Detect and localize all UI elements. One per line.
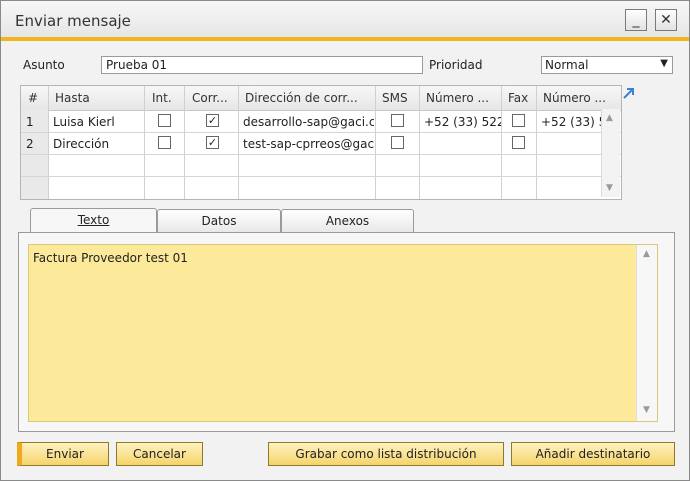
tab-label: Datos	[201, 214, 237, 228]
scroll-down-icon[interactable]: ▼	[606, 183, 613, 193]
message-text: Factura Proveedor test 01	[33, 251, 188, 265]
fax-checkbox[interactable]	[512, 114, 525, 127]
cell-to[interactable]: Dirección	[53, 137, 143, 151]
priority-value: Normal	[545, 58, 589, 72]
col-divider	[420, 86, 502, 199]
title-bar: Enviar mensaje _ ✕	[1, 1, 689, 41]
row-number: 1	[26, 115, 34, 129]
cell-address[interactable]: test-sap-cprreos@gac	[243, 137, 374, 151]
subject-label: Asunto	[23, 58, 65, 72]
priority-label: Prioridad	[429, 58, 483, 72]
close-icon: ✕	[660, 12, 672, 28]
fax-checkbox[interactable]	[512, 136, 525, 149]
minimize-button[interactable]: _	[625, 9, 647, 31]
scroll-up-icon[interactable]: ▲	[606, 113, 613, 123]
cancel-button[interactable]: Cancelar	[116, 442, 203, 466]
minimize-icon: _	[632, 12, 640, 28]
chevron-down-icon: ▼	[660, 58, 668, 69]
text-scrollbar[interactable]: ▲ ▼	[636, 245, 657, 421]
subject-input[interactable]: Prueba 01	[101, 56, 423, 74]
expand-arrow-icon[interactable]	[621, 85, 637, 101]
sms-checkbox[interactable]	[391, 114, 404, 127]
row-divider	[21, 154, 621, 155]
window-title: Enviar mensaje	[15, 12, 131, 30]
recipients-grid: # Hasta Int. Corr... Dirección de corr..…	[20, 85, 622, 200]
tab-texto[interactable]: Texto	[30, 208, 157, 234]
cell-address[interactable]: desarrollo-sap@gaci.c	[243, 115, 374, 129]
scroll-down-icon[interactable]: ▼	[643, 405, 650, 415]
grid-scrollbar[interactable]: ▲ ▼	[601, 109, 620, 197]
close-button[interactable]: ✕	[655, 9, 677, 31]
email-checkbox[interactable]: ✓	[206, 136, 219, 149]
priority-select[interactable]: Normal ▼	[541, 56, 673, 74]
tab-label: Texto	[77, 213, 110, 227]
cell-sms-number[interactable]: +52 (33) 522	[424, 115, 501, 129]
row-number: 2	[26, 137, 34, 151]
sms-checkbox[interactable]	[391, 136, 404, 149]
add-recipient-button[interactable]: Añadir destinatario	[511, 442, 675, 466]
tab-panel: Factura Proveedor test 01 ▲ ▼	[18, 232, 675, 432]
send-button[interactable]: Enviar	[17, 442, 109, 466]
scroll-up-icon[interactable]: ▲	[643, 249, 650, 259]
email-checkbox[interactable]: ✓	[206, 114, 219, 127]
row-divider	[21, 176, 621, 177]
internal-checkbox[interactable]	[158, 114, 171, 127]
save-distribution-list-button[interactable]: Grabar como lista distribución	[268, 442, 504, 466]
tab-anexos[interactable]: Anexos	[281, 209, 414, 233]
send-message-window: Enviar mensaje _ ✕ Asunto Prueba 01 Prio…	[0, 0, 690, 481]
message-textarea[interactable]: Factura Proveedor test 01 ▲ ▼	[28, 244, 658, 422]
internal-checkbox[interactable]	[158, 136, 171, 149]
tab-datos[interactable]: Datos	[157, 209, 281, 233]
cell-to[interactable]: Luisa Kierl	[53, 115, 143, 129]
tab-label: Anexos	[325, 214, 370, 228]
col-header-fax-number[interactable]: Número ...	[543, 91, 617, 105]
row-divider	[21, 132, 621, 133]
